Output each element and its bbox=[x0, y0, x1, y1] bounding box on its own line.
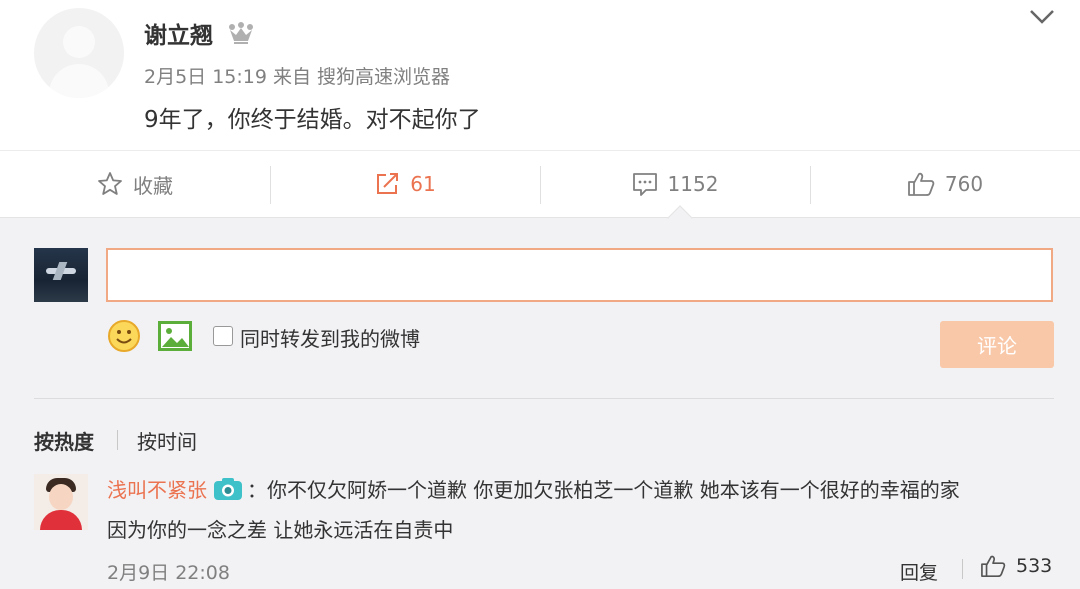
post-source[interactable]: 搜狗高速浏览器 bbox=[317, 66, 450, 88]
commenter-name[interactable]: 浅叫不紧张 bbox=[107, 474, 207, 503]
reply-button[interactable]: 回复 bbox=[900, 558, 938, 585]
like-count: 760 bbox=[944, 172, 984, 196]
post-date[interactable]: 2月5日 15:19 bbox=[144, 66, 267, 88]
thumbs-up-icon bbox=[981, 555, 1006, 577]
favorite-button[interactable]: 收藏 bbox=[0, 151, 270, 217]
comment-section: 同时转发到我的微博 评论 按热度 按时间 浅叫不紧张 ： 你不仅欠阿娇一个道歉 … bbox=[0, 218, 1080, 589]
like-button[interactable]: 760 bbox=[810, 151, 1080, 217]
favorite-label: 收藏 bbox=[133, 173, 173, 198]
sort-by-heat-tab[interactable]: 按热度 bbox=[34, 426, 94, 455]
comment-time: 2月9日 22:08 bbox=[107, 562, 230, 584]
smiley-icon[interactable] bbox=[107, 319, 141, 353]
repost-button[interactable]: 61 bbox=[270, 151, 540, 217]
repost-count: 61 bbox=[410, 172, 436, 196]
image-icon[interactable] bbox=[158, 321, 192, 351]
author-name[interactable]: 谢立翘 bbox=[144, 16, 213, 50]
via-label: 来自 bbox=[272, 66, 311, 88]
repost-checkbox-label[interactable]: 同时转发到我的微博 bbox=[240, 323, 420, 352]
comment-icon bbox=[632, 173, 657, 196]
comment-line-1: 浅叫不紧张 ： 你不仅欠阿娇一个道歉 你更加欠张柏芝一个道歉 她本该有一个很好的… bbox=[107, 474, 960, 503]
comment-like-button[interactable]: 533 bbox=[980, 554, 1052, 578]
repost-icon bbox=[377, 173, 399, 194]
chevron-down-icon[interactable] bbox=[1028, 8, 1056, 26]
crown-icon bbox=[229, 22, 253, 44]
post-text: 9年了，你终于结婚。对不起你了 bbox=[144, 107, 481, 133]
camera-icon bbox=[214, 477, 242, 500]
submit-comment-button[interactable]: 评论 bbox=[940, 321, 1054, 368]
divider bbox=[34, 398, 1054, 399]
author-name-row: 谢立翘 bbox=[144, 16, 255, 50]
comment-text-line-1: 你不仅欠阿娇一个道歉 你更加欠张柏芝一个道歉 她本该有一个很好的幸福的家 bbox=[267, 478, 960, 502]
comment-input[interactable] bbox=[106, 248, 1053, 302]
weibo-post: 谢立翘 2月5日 15:19 来自 搜狗高速浏览器 9年了，你终于结婚。对不起你了 bbox=[0, 0, 1080, 150]
my-avatar[interactable] bbox=[34, 248, 88, 302]
comment-text-line-2: 因为你的一念之差 让她永远活在自责中 bbox=[107, 518, 454, 542]
sort-separator bbox=[117, 430, 118, 450]
comment-count: 1152 bbox=[667, 172, 719, 196]
thumbs-up-icon bbox=[908, 172, 935, 196]
repost-checkbox[interactable] bbox=[213, 326, 233, 346]
comment-button-tab[interactable]: 1152 bbox=[540, 151, 810, 217]
post-meta: 2月5日 15:19 来自 搜狗高速浏览器 bbox=[144, 62, 456, 89]
sort-by-time-tab[interactable]: 按时间 bbox=[137, 426, 197, 455]
comment-colon: ： bbox=[247, 478, 267, 502]
star-icon bbox=[98, 172, 122, 195]
author-avatar[interactable] bbox=[34, 8, 124, 98]
post-action-bar: 收藏 61 1152 760 bbox=[0, 150, 1080, 218]
comment-action-separator bbox=[962, 559, 963, 579]
comment-like-count: 533 bbox=[1016, 555, 1053, 577]
commenter-avatar[interactable] bbox=[34, 474, 88, 530]
